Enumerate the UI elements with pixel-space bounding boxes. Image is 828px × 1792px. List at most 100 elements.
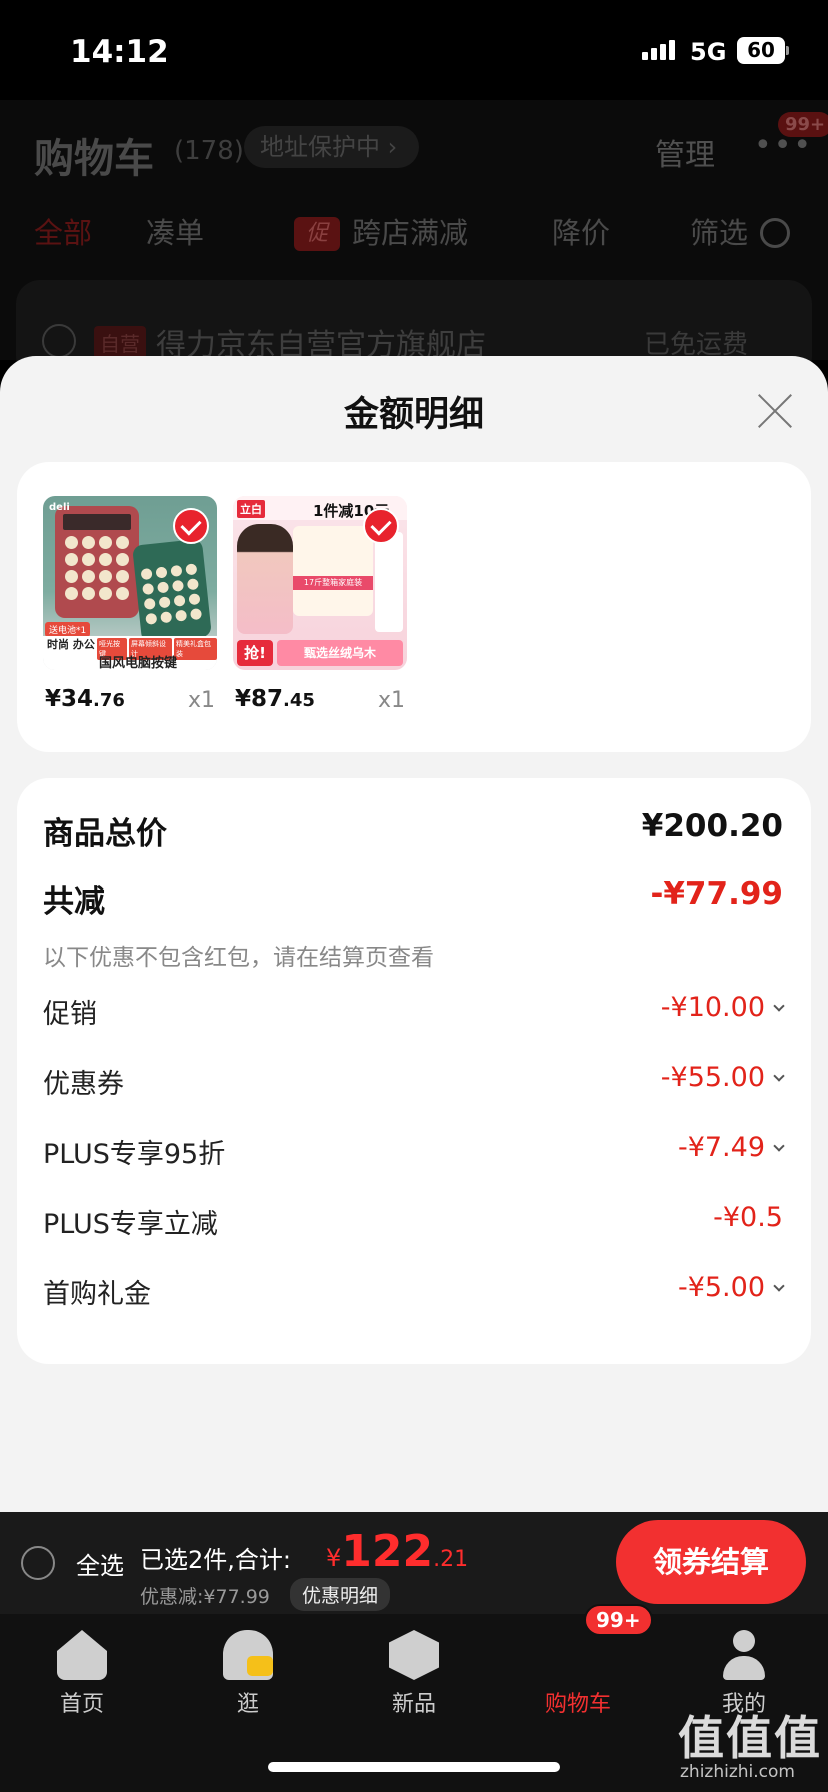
browse-mascot-icon — [223, 1630, 273, 1680]
discount-label: 优惠券 — [43, 1069, 124, 1100]
battery-icon: 60 — [737, 37, 785, 64]
discount-label: PLUS专享立减 — [43, 1209, 218, 1240]
discount-amount: -¥0.5 — [713, 1202, 783, 1233]
products-card: deli 送电池*1 时尚 办公 哑光按键 屏幕倾斜设计 精美礼盒包装 国风电脑… — [17, 462, 811, 752]
tab-price-drop[interactable]: 降价 — [552, 210, 610, 252]
sheet-title: 金额明细 — [343, 395, 484, 435]
select-all-checkbox[interactable] — [21, 1546, 55, 1580]
tab-coudan[interactable]: 凑单 — [146, 210, 204, 252]
checkout-button[interactable]: 领券结算 — [616, 1520, 806, 1604]
discount-summary: 优惠减:¥77.99 — [140, 1586, 270, 1608]
cart-tabs: 全部 凑单 促跨店满减 降价 筛选 — [0, 210, 828, 260]
model-figure — [237, 524, 293, 634]
status-bar: 14:12 5G 60 — [0, 0, 828, 100]
total-int: 122 — [341, 1526, 434, 1577]
calculator-green — [132, 538, 212, 644]
price-dec: .76 — [93, 690, 125, 711]
deli-logo: deli — [49, 502, 70, 513]
discount-row-promo[interactable]: 促销 -¥10.00 — [43, 992, 785, 1032]
product-item[interactable]: deli 送电池*1 时尚 办公 哑光按键 屏幕倾斜设计 精美礼盒包装 国风电脑… — [43, 496, 217, 713]
checkout-bar: 全选 已选2件,合计: ¥122.21 优惠减:¥77.99 优惠明细 领券结算 — [0, 1512, 828, 1614]
image-badge: 精美礼盒包装 — [174, 638, 217, 660]
amount-detail-sheet: 金额明细 deli 送电池*1 时尚 办公 哑光按键 屏幕倾斜设计 精美礼盒包装… — [0, 356, 828, 1512]
tab-home[interactable]: 首页 — [22, 1630, 142, 1718]
home-icon — [57, 1630, 107, 1680]
product-image-strip: 时尚 办公 哑光按键 屏幕倾斜设计 精美礼盒包装 国风电脑按键 — [43, 636, 217, 670]
chevron-down-icon[interactable] — [773, 1000, 785, 1012]
goods-total-row: 商品总价 ¥200.20 — [43, 808, 783, 852]
tab-cart[interactable]: 购物车 — [518, 1630, 638, 1718]
cart-title: 购物车 — [34, 136, 154, 182]
cart-count: (178) — [174, 136, 244, 166]
discount-row-first-buy[interactable]: 首购礼金 -¥5.00 — [43, 1272, 785, 1312]
totals-card: 商品总价 ¥200.20 共减 -¥77.99 以下优惠不包含红包，请在结算页查… — [17, 778, 811, 1364]
battery-gift-tag: 送电池*1 — [45, 622, 91, 637]
reduce-row: 共减 -¥77.99 — [43, 876, 783, 920]
store-checkbox[interactable] — [42, 324, 76, 358]
chevron-down-icon[interactable] — [773, 1070, 785, 1082]
promo-tag: 促 — [294, 217, 340, 251]
discount-amount: -¥5.00 — [677, 1272, 765, 1303]
tab-all[interactable]: 全部 — [34, 210, 92, 252]
goods-total-value: ¥200.20 — [641, 808, 783, 844]
checkmark-icon[interactable] — [173, 508, 209, 544]
discount-value: -¥10.00 — [660, 992, 785, 1023]
discount-value: -¥55.00 — [661, 1062, 785, 1093]
tab-label: 逛 — [236, 1692, 259, 1717]
tab-filter[interactable]: 筛选 — [690, 210, 748, 252]
cart-badge: 99+ — [584, 1604, 653, 1636]
total-dec: .21 — [433, 1547, 469, 1572]
cart-header-dimmed: 购物车 (178) 地址保护中 › 管理 ••• 99+ 全部 凑单 促跨店满减… — [0, 100, 828, 380]
search-icon[interactable] — [760, 218, 790, 248]
discount-label: 首购礼金 — [43, 1279, 151, 1310]
chevron-down-icon[interactable] — [773, 1140, 785, 1152]
reduce-label: 共减 — [43, 884, 105, 920]
battery-tip — [786, 46, 789, 55]
network-label: 5G — [690, 38, 727, 66]
watermark-logo: 值值值 — [678, 1711, 822, 1765]
price-dec: .45 — [283, 690, 315, 711]
discount-note: 以下优惠不包含红包，请在结算页查看 — [43, 945, 434, 971]
discount-amount: -¥10.00 — [660, 992, 765, 1023]
discount-value: -¥0.5 — [713, 1202, 783, 1233]
tab-cross-store-label: 跨店满减 — [352, 216, 469, 250]
total-currency: ¥ — [326, 1544, 342, 1572]
pack-band: 17斤整箱家庭装 — [293, 576, 373, 590]
tab-browse[interactable]: 逛 — [188, 1630, 308, 1718]
manage-button[interactable]: 管理 — [655, 130, 715, 174]
home-indicator[interactable] — [268, 1762, 560, 1772]
discount-row-plus95[interactable]: PLUS专享95折 -¥7.49 — [43, 1132, 785, 1172]
cube-icon — [389, 1630, 439, 1680]
discount-label: 促销 — [43, 999, 97, 1030]
self-operated-tag: 自营 — [94, 326, 146, 359]
price-int: ¥34 — [45, 686, 94, 712]
product-image-caption: 甄选丝绒乌木 — [277, 640, 403, 666]
discount-value: -¥7.49 — [677, 1132, 785, 1163]
discount-detail-button[interactable]: 优惠明细 — [290, 1578, 391, 1611]
product-image-calculator: deli 送电池*1 时尚 办公 哑光按键 屏幕倾斜设计 精美礼盒包装 国风电脑… — [43, 496, 217, 670]
grab-tag: 抢! — [237, 640, 273, 666]
select-all-label[interactable]: 全选 — [76, 1546, 124, 1581]
checkmark-icon[interactable] — [363, 508, 399, 544]
goods-total-label: 商品总价 — [43, 816, 167, 852]
address-protect-label: 地址保护中 — [260, 133, 380, 161]
tab-cross-store[interactable]: 促跨店满减 — [294, 210, 468, 252]
discount-row-coupon[interactable]: 优惠券 -¥55.00 — [43, 1062, 785, 1102]
person-icon — [719, 1630, 769, 1680]
calculator-pink — [55, 506, 139, 618]
discount-value: -¥5.00 — [677, 1272, 785, 1303]
product-item[interactable]: 立白 1件减10元 17斤整箱家庭装 抢! 甄选丝绒乌木 ¥87.45 x1 — [233, 496, 407, 713]
discount-amount: -¥7.49 — [677, 1132, 765, 1163]
address-protect-pill[interactable]: 地址保护中 › — [244, 126, 420, 168]
cart-icon — [553, 1630, 603, 1680]
price-int: ¥87 — [235, 686, 284, 712]
tab-label: 新品 — [391, 1692, 436, 1717]
chevron-down-icon[interactable] — [773, 1280, 785, 1292]
product-price: ¥87.45 — [235, 686, 315, 712]
close-icon[interactable] — [756, 392, 794, 430]
product-image-caption: 国风电脑按键 — [99, 656, 178, 670]
brand-logo: 立白 — [237, 500, 265, 518]
detergent-pack: 17斤整箱家庭装 — [293, 526, 373, 616]
product-price: ¥34.76 — [45, 686, 125, 712]
tab-new[interactable]: 新品 — [354, 1630, 474, 1718]
